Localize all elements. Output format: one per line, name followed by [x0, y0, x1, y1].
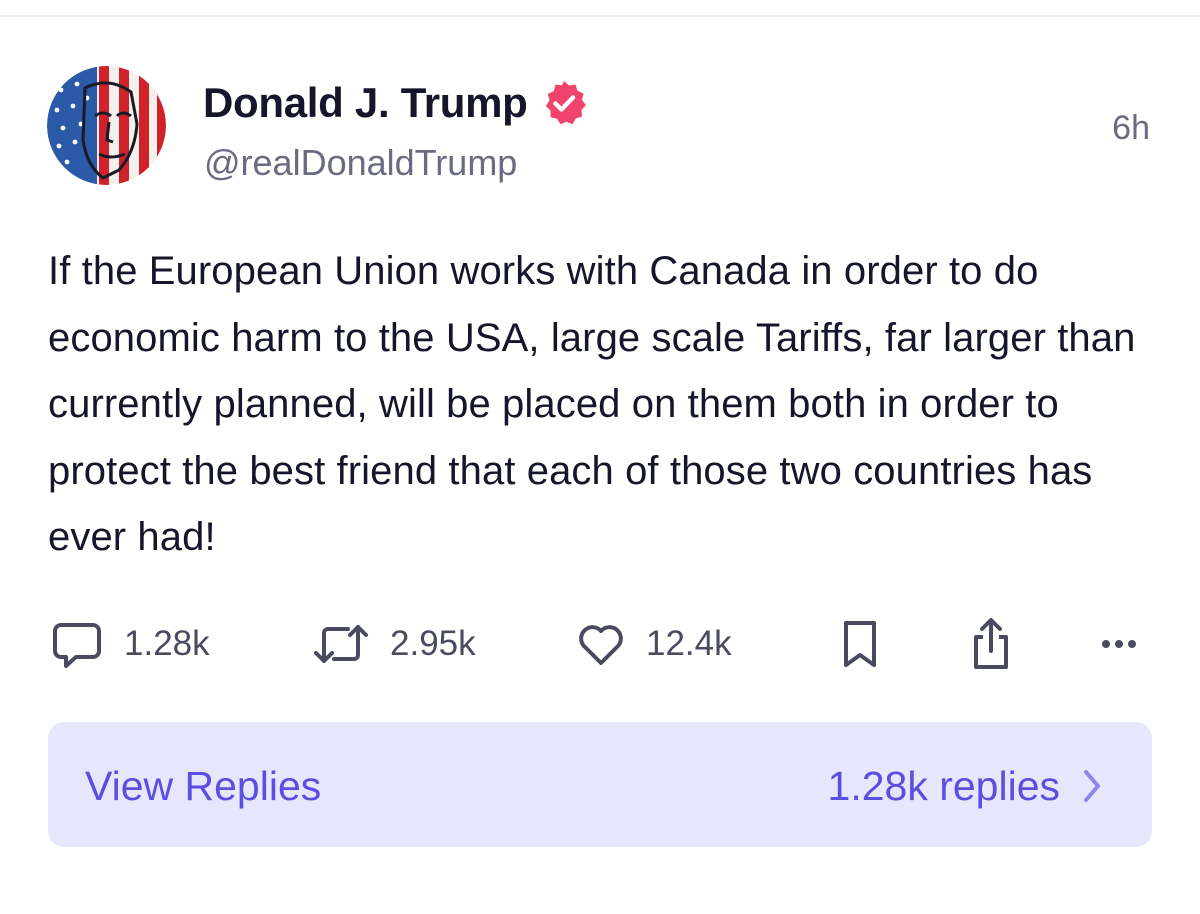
bookmark-icon — [844, 621, 876, 667]
chevron-right-icon — [1084, 770, 1100, 802]
heart-icon — [579, 625, 623, 665]
verified-badge-icon — [540, 79, 588, 127]
like-count: 12.4k — [646, 624, 732, 663]
reply-button[interactable]: 1.28k — [50, 612, 210, 676]
replies-count: 1.28k replies — [827, 763, 1060, 809]
repost-count: 2.95k — [390, 624, 476, 663]
top-divider — [0, 15, 1200, 17]
more-dots-icon — [1102, 640, 1136, 648]
more-options-button[interactable] — [1096, 612, 1150, 676]
view-replies-bar[interactable]: View Replies 1.28k replies — [48, 722, 1152, 847]
replies-count-group[interactable]: 1.28k replies — [828, 763, 1102, 809]
author-display-name[interactable]: Donald J. Trump — [203, 78, 528, 128]
author-name-row: Donald J. Trump — [203, 78, 588, 128]
post-actions-bar: 1.28k 2.95k 12.4k — [0, 612, 1200, 676]
like-button[interactable]: 12.4k — [576, 612, 732, 676]
avatar[interactable] — [47, 66, 166, 185]
view-replies-label[interactable]: View Replies — [85, 763, 321, 809]
repost-icon — [314, 625, 368, 663]
share-icon — [974, 618, 1008, 669]
post-timestamp: 6h — [1112, 109, 1150, 147]
post-card: Donald J. Trump @realDonaldTrump 6h If t… — [0, 0, 1200, 914]
share-button[interactable] — [966, 612, 1016, 676]
post-body-text: If the European Union works with Canada … — [48, 249, 1136, 559]
comment-icon — [53, 623, 101, 668]
repost-button[interactable]: 2.95k — [312, 612, 476, 676]
bookmark-button[interactable] — [838, 612, 882, 676]
reply-count: 1.28k — [124, 624, 210, 663]
author-handle[interactable]: @realDonaldTrump — [204, 142, 517, 184]
